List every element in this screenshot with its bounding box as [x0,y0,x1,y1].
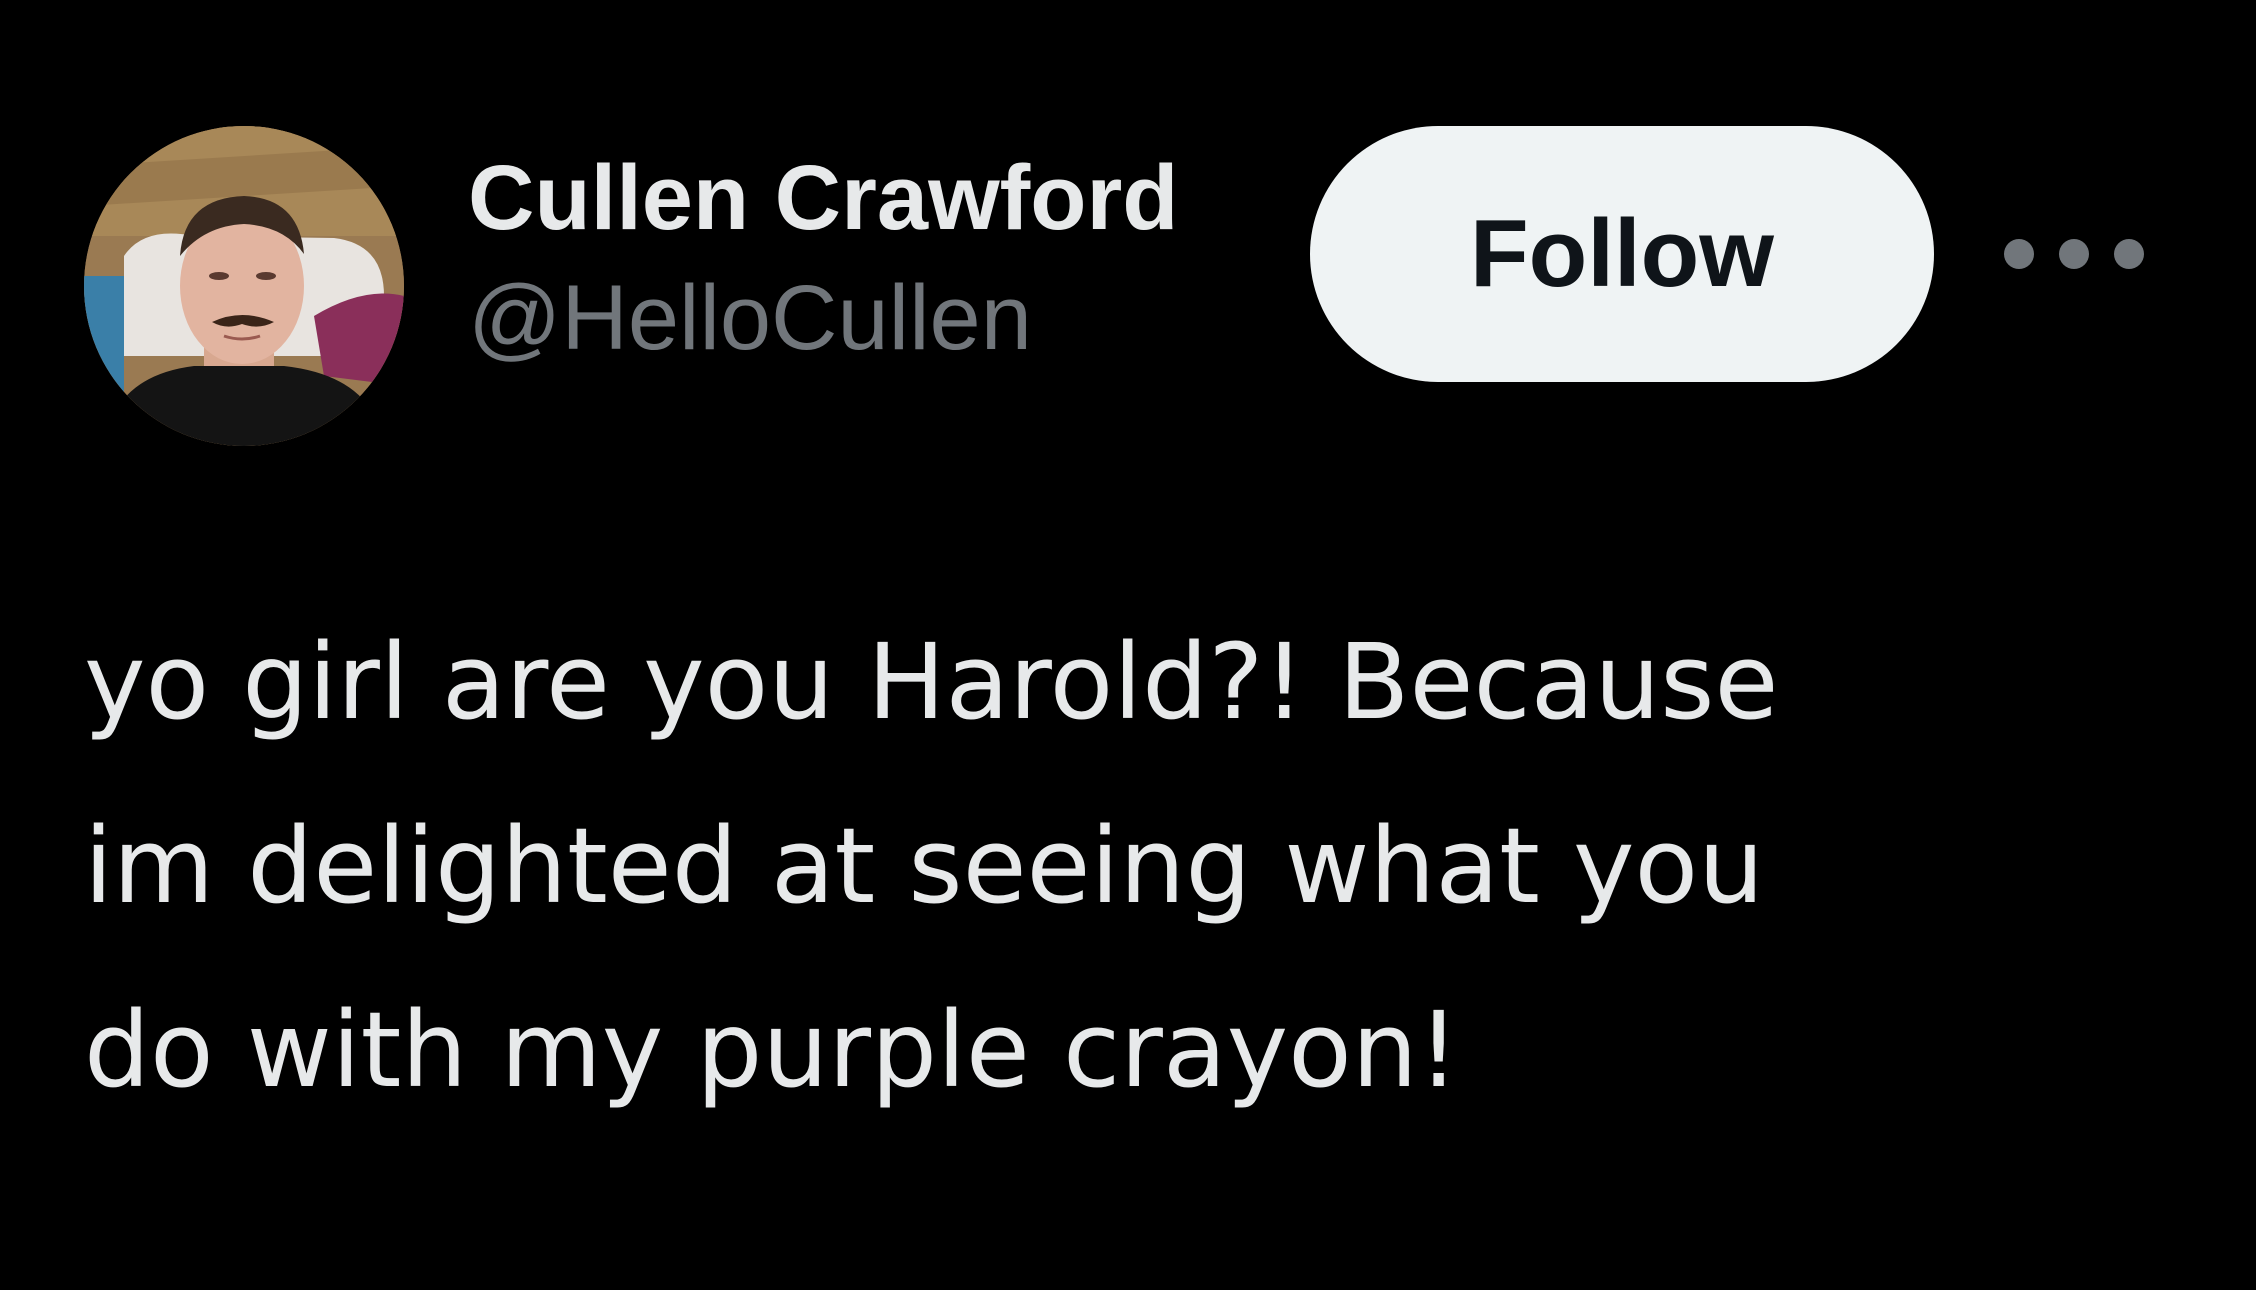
profile-photo-icon [84,126,404,446]
more-options-icon[interactable] [2004,226,2144,282]
user-info: Cullen Crawford @HelloCullen [468,138,1256,378]
tweet: Cullen Crawford @HelloCullen Follow yo g… [0,0,2256,1290]
username-handle[interactable]: @HelloCullen [468,258,1256,378]
dot [2004,239,2034,269]
avatar[interactable] [84,126,404,446]
dot [2114,239,2144,269]
tweet-text: yo girl are you Harold?! Because im deli… [84,621,1779,1111]
follow-button[interactable]: Follow [1310,126,1934,382]
dot [2059,239,2089,269]
display-name[interactable]: Cullen Crawford [468,138,1256,258]
